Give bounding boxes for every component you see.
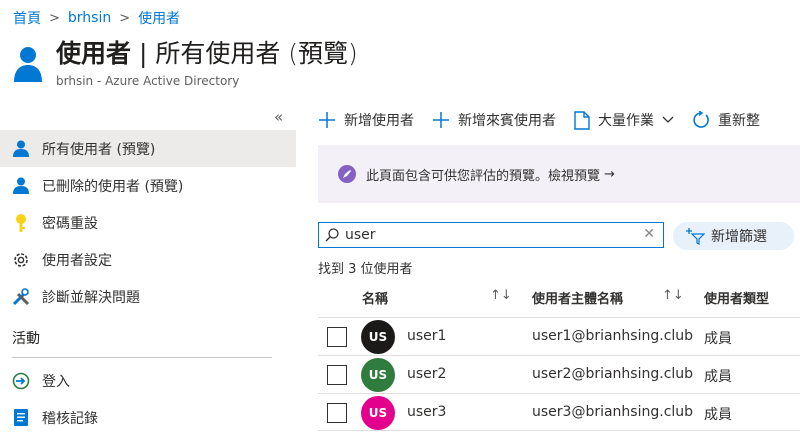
sidebar-item-user-settings[interactable]: 使用者設定 [0,241,296,278]
refresh-icon [692,111,710,129]
add-filter-button[interactable]: 新增篩選 [673,222,794,250]
sort-upn-icon[interactable]: ↑↓ [662,288,684,303]
user-type: 成員 [704,331,732,347]
new-guest-user-label: 新增來賓使用者 [458,113,556,129]
preview-banner-text[interactable]: 此頁面包含可供您評估的預覽。檢視預覽 [366,165,600,184]
page-title: 使用者 | 所有使用者 (預覽) [56,39,358,68]
breadcrumb-separator: > [119,10,131,26]
user-principal-name: user2@brianhsing.club [532,366,694,382]
refresh-label: 重新整 [718,113,760,129]
sidebar-item-label: 密碼重設 [42,215,98,232]
user-icon [11,176,31,196]
row-checkbox[interactable] [327,403,347,423]
preview-banner: 此頁面包含可供您評估的預覽。檢視預覽 → [318,145,800,203]
breadcrumb-separator: > [49,10,60,26]
row-checkbox[interactable] [327,327,347,347]
gear-icon [11,250,31,270]
user-name-link[interactable]: user3 [407,404,446,420]
sidebar-item-label: 診斷並解決問題 [42,289,140,306]
wrench-icon [11,287,31,307]
document-icon [574,110,590,130]
result-count: 找到 3 位使用者 [318,262,413,277]
sidebar-item-deleted-users[interactable]: 已刪除的使用者 (預覽) [0,167,296,204]
sidebar-item-diagnose[interactable]: 診斷並解決問題 [0,278,296,315]
plus-icon [318,111,336,129]
page-header: 使用者 | 所有使用者 (預覽) brhsin - Azure Active D… [12,38,358,88]
bulk-operations-label: 大量作業 [598,113,654,129]
sort-name-icon[interactable]: ↑↓ [490,288,512,303]
user-name-link[interactable]: user2 [407,366,446,382]
refresh-button[interactable]: 重新整 [692,110,760,130]
search-box: ✕ [318,222,664,248]
sidebar-item-all-users[interactable]: 所有使用者 (預覽) [0,130,296,167]
preview-banner-arrow[interactable]: → [604,167,615,182]
user-type: 成員 [704,407,732,423]
table-row[interactable]: US user3 user3@brianhsing.club 成員 [318,393,800,431]
sidebar-item-label: 稽核記錄 [42,410,98,427]
add-filter-label: 新增篩選 [711,229,767,245]
chevron-down-icon [662,116,674,124]
sidebar-divider [12,357,272,358]
table-row[interactable]: US user1 user1@brianhsing.club 成員 [318,317,800,355]
breadcrumb-tenant[interactable]: brhsin [68,10,111,26]
table-header: 名稱 ↑↓ 使用者主體名稱 ↑↓ 使用者類型 [318,288,800,308]
user-principal-name: user3@brianhsing.club [532,404,694,420]
clear-search-icon[interactable]: ✕ [643,226,655,242]
breadcrumb-users[interactable]: 使用者 [138,8,180,28]
sign-in-icon [11,371,31,391]
column-header-upn[interactable]: 使用者主體名稱 [532,288,623,307]
collapse-sidebar-button[interactable]: « [274,108,283,126]
user-principal-name: user1@brianhsing.club [532,328,694,344]
users-icon [14,47,42,82]
sidebar-item-password-reset[interactable]: 密碼重設 [0,204,296,241]
table-row[interactable]: US user2 user2@brianhsing.club 成員 [318,355,800,393]
row-checkbox[interactable] [327,365,347,385]
sidebar-item-label: 登入 [42,373,70,390]
breadcrumb-home[interactable]: 首頁 [13,8,41,28]
new-user-button[interactable]: 新增使用者 [318,110,414,130]
column-header-name[interactable]: 名稱 [362,288,388,307]
search-input[interactable] [345,227,635,243]
rocket-icon [338,165,356,183]
sidebar-item-label: 使用者設定 [42,252,112,269]
new-guest-user-button[interactable]: 新增來賓使用者 [432,110,556,130]
plus-icon [432,111,450,129]
filter-icon [685,227,705,245]
sidebar-item-label: 所有使用者 (預覽) [42,141,156,158]
avatar: US [361,320,395,354]
sidebar-item-audit-logs[interactable]: 稽核記錄 [0,399,296,436]
sidebar-section-activity: 活動 [12,331,40,347]
new-user-label: 新增使用者 [344,113,414,129]
sidebar: 所有使用者 (預覽) 已刪除的使用者 (預覽) 密碼重設 使用者設定 診斷並解決… [0,130,296,436]
user-type: 成員 [704,369,732,385]
avatar: US [361,396,395,430]
avatar: US [361,358,395,392]
search-icon [325,228,339,242]
audit-log-icon [11,408,31,428]
sidebar-item-sign-ins[interactable]: 登入 [0,362,296,399]
breadcrumb: 首頁 > brhsin > 使用者 [13,8,180,28]
user-name-link[interactable]: user1 [407,328,446,344]
bulk-operations-button[interactable]: 大量作業 [574,110,674,130]
user-table: US user1 user1@brianhsing.club 成員 US use… [318,317,800,431]
page-subtitle: brhsin - Azure Active Directory [56,74,240,88]
column-header-user-type[interactable]: 使用者類型 [704,288,769,307]
command-bar: 新增使用者 新增來賓使用者 大量作業 重新整 [318,110,778,130]
key-icon [11,213,31,233]
user-icon [11,139,31,159]
sidebar-item-label: 已刪除的使用者 (預覽) [42,178,184,195]
